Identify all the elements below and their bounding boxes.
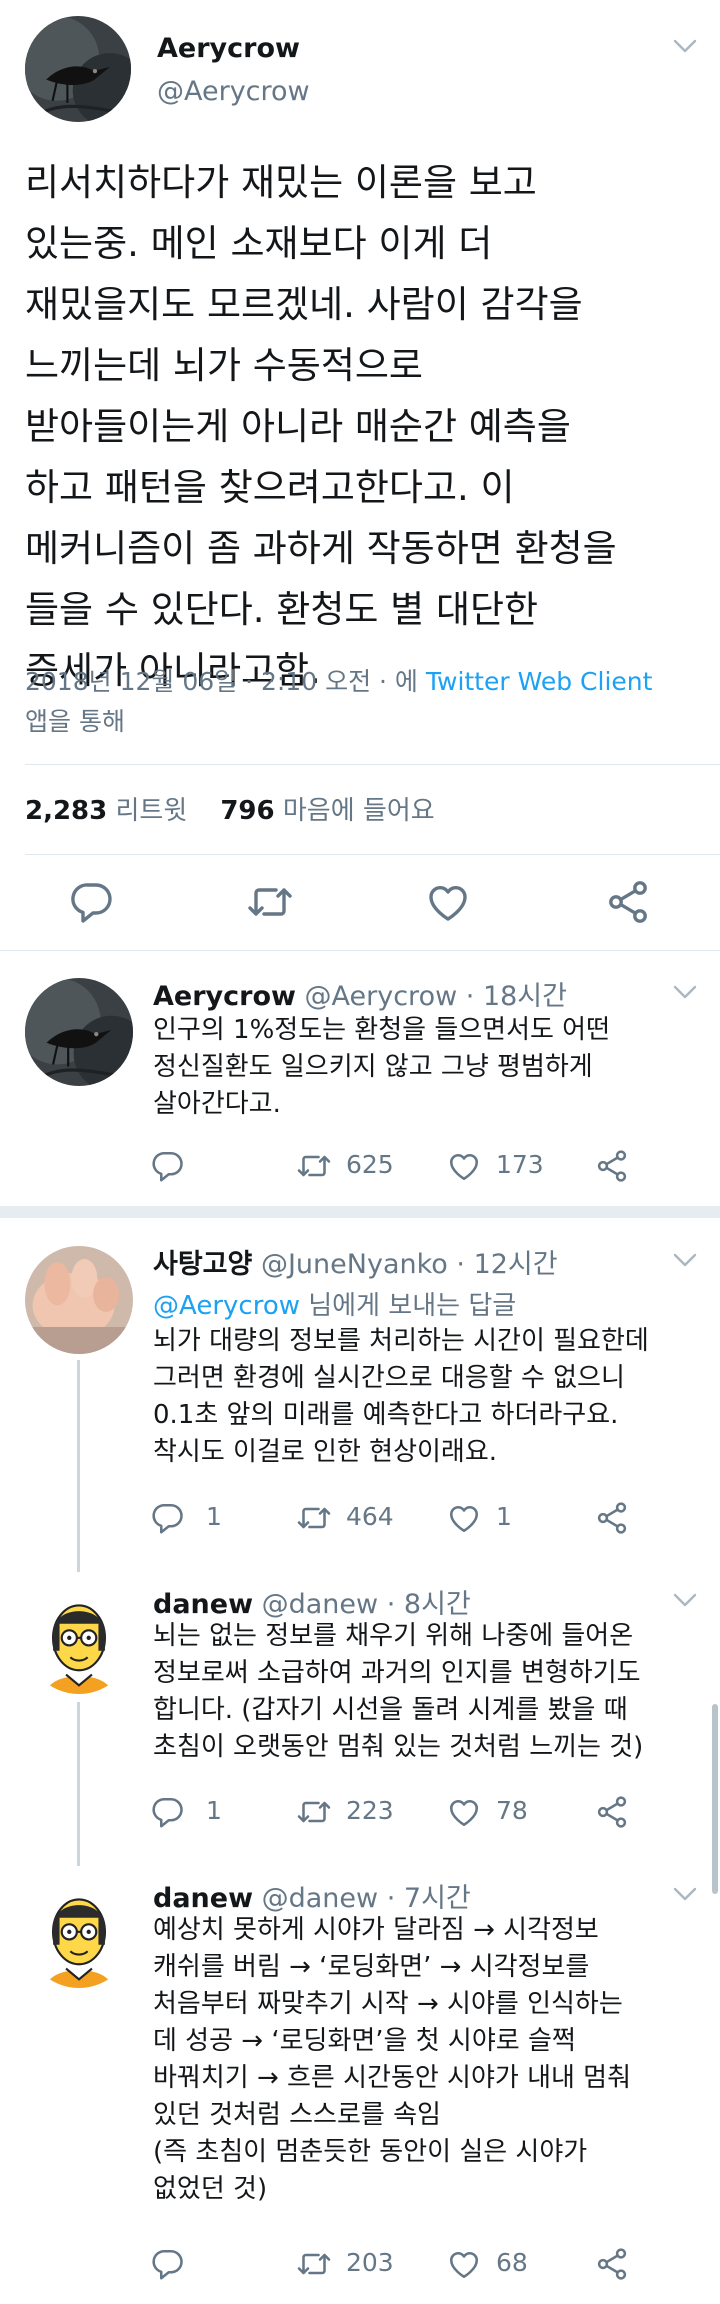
share-icon[interactable] <box>594 1500 630 1536</box>
share-icon[interactable] <box>604 878 652 926</box>
share-icon[interactable] <box>594 2246 630 2282</box>
tweet-text: 뇌가 대량의 정보를 처리하는 시간이 필요한데 그러면 환경에 실시간으로 대… <box>153 1326 649 1467</box>
thread-line <box>77 1702 80 1866</box>
chevron-down-icon[interactable] <box>672 984 698 1000</box>
tweet-actions: 1 464 1 <box>150 1500 710 1536</box>
tweet-actions <box>0 878 720 926</box>
author-name[interactable]: 사탕고양 <box>153 1249 252 1280</box>
like-count: 173 <box>496 1150 544 1179</box>
like-icon[interactable] <box>424 878 472 926</box>
tweet-time: 8시간 <box>403 1589 471 1620</box>
reply-icon[interactable] <box>150 2246 186 2282</box>
tweet-actions: 203 68 <box>150 2246 710 2282</box>
author-handle[interactable]: @JuneNyanko <box>261 1249 448 1280</box>
retweet-icon[interactable] <box>296 1500 332 1536</box>
reply-header: danew @danew · 8시간 <box>153 1589 471 1620</box>
reply-icon[interactable] <box>150 1148 186 1184</box>
author-handle[interactable]: @danew <box>262 1883 379 1914</box>
tweet-actions: 625 173 <box>150 1148 710 1184</box>
retweet-count: 203 <box>346 2248 394 2277</box>
reply-header: 사탕고양 @JuneNyanko · 12시간 <box>153 1249 558 1280</box>
reply-header: danew @danew · 7시간 <box>153 1883 471 1914</box>
tweet-text: 뇌는 없는 정보를 채우기 위해 나중에 들어온 정보로써 소급하여 과거의 인… <box>153 1621 644 1762</box>
reply-header: Aerycrow @Aerycrow · 18시간 <box>153 981 567 1012</box>
retweet-icon[interactable] <box>296 1148 332 1184</box>
conversation-separator <box>0 1206 720 1218</box>
avatar[interactable] <box>25 1586 133 1694</box>
client-link[interactable]: Twitter Web Client <box>426 667 653 696</box>
tweet-text: 인구의 1%정도는 환청을 들으면서도 어떤 정신질환도 일으키지 않고 그냥 … <box>153 1015 611 1119</box>
chevron-down-icon[interactable] <box>672 38 698 54</box>
author-name[interactable]: Aerycrow <box>157 33 300 64</box>
scrollbar[interactable] <box>712 1704 718 1894</box>
like-icon[interactable] <box>446 1500 482 1536</box>
author-handle[interactable]: @Aerycrow <box>305 981 458 1012</box>
author-name[interactable]: Aerycrow <box>153 981 296 1012</box>
thread-line <box>77 1360 80 1572</box>
retweet-icon[interactable] <box>246 878 294 926</box>
share-icon[interactable] <box>594 1794 630 1830</box>
chevron-down-icon[interactable] <box>672 1252 698 1268</box>
reply-icon[interactable] <box>68 878 116 926</box>
like-count: 1 <box>496 1502 512 1531</box>
likes-count[interactable]: 796 <box>220 796 274 826</box>
tweet-time: 18시간 <box>482 981 567 1012</box>
tweet-stats: 2,283 리트윗 796 마음에 들어요 <box>25 796 435 826</box>
author-name[interactable]: danew <box>153 1883 253 1914</box>
like-count: 68 <box>496 2248 528 2277</box>
reply-count: 1 <box>206 1796 222 1825</box>
chevron-down-icon[interactable] <box>672 1592 698 1608</box>
reply-icon[interactable] <box>150 1500 186 1536</box>
tweet-text: 리서치하다가 재밌는 이론을 보고 있는중. 메인 소재보다 이게 더 재밌을지… <box>25 161 617 692</box>
divider <box>25 854 720 855</box>
avatar[interactable] <box>25 16 131 122</box>
like-count: 78 <box>496 1796 528 1825</box>
retweet-count: 625 <box>346 1150 394 1179</box>
chevron-down-icon[interactable] <box>672 1886 698 1902</box>
tweet-timestamp: 2018년 12월 06일 · 2:10 오전 · 에 Twitter Web … <box>25 667 653 736</box>
retweet-icon[interactable] <box>296 2246 332 2282</box>
reply-count: 1 <box>206 1502 222 1531</box>
divider <box>25 764 720 765</box>
author-handle[interactable]: @Aerycrow <box>157 76 310 107</box>
tweet-text: 예상치 못하게 시야가 달라짐 → 시각정보 캐쉬를 버림 → ‘로딩화면’ →… <box>153 1915 632 2204</box>
retweet-count: 464 <box>346 1502 394 1531</box>
like-icon[interactable] <box>446 1148 482 1184</box>
retweet-icon[interactable] <box>296 1794 332 1830</box>
avatar[interactable] <box>25 1246 133 1354</box>
divider <box>0 950 720 951</box>
mention-link[interactable]: @Aerycrow <box>153 1291 300 1321</box>
like-icon[interactable] <box>446 1794 482 1830</box>
like-icon[interactable] <box>446 2246 482 2282</box>
reply-icon[interactable] <box>150 1794 186 1830</box>
reply-context: @Aerycrow 님에게 보내는 답글 <box>153 1291 517 1321</box>
avatar[interactable] <box>25 978 133 1086</box>
avatar[interactable] <box>25 1880 133 1988</box>
author-handle[interactable]: @danew <box>262 1589 379 1620</box>
retweets-count[interactable]: 2,283 <box>25 796 107 826</box>
author-name[interactable]: danew <box>153 1589 253 1620</box>
tweet-actions: 1 223 78 <box>150 1794 710 1830</box>
retweet-count: 223 <box>346 1796 394 1825</box>
tweet-time: 12시간 <box>473 1249 558 1280</box>
tweet-time: 7시간 <box>403 1883 471 1914</box>
share-icon[interactable] <box>594 1148 630 1184</box>
